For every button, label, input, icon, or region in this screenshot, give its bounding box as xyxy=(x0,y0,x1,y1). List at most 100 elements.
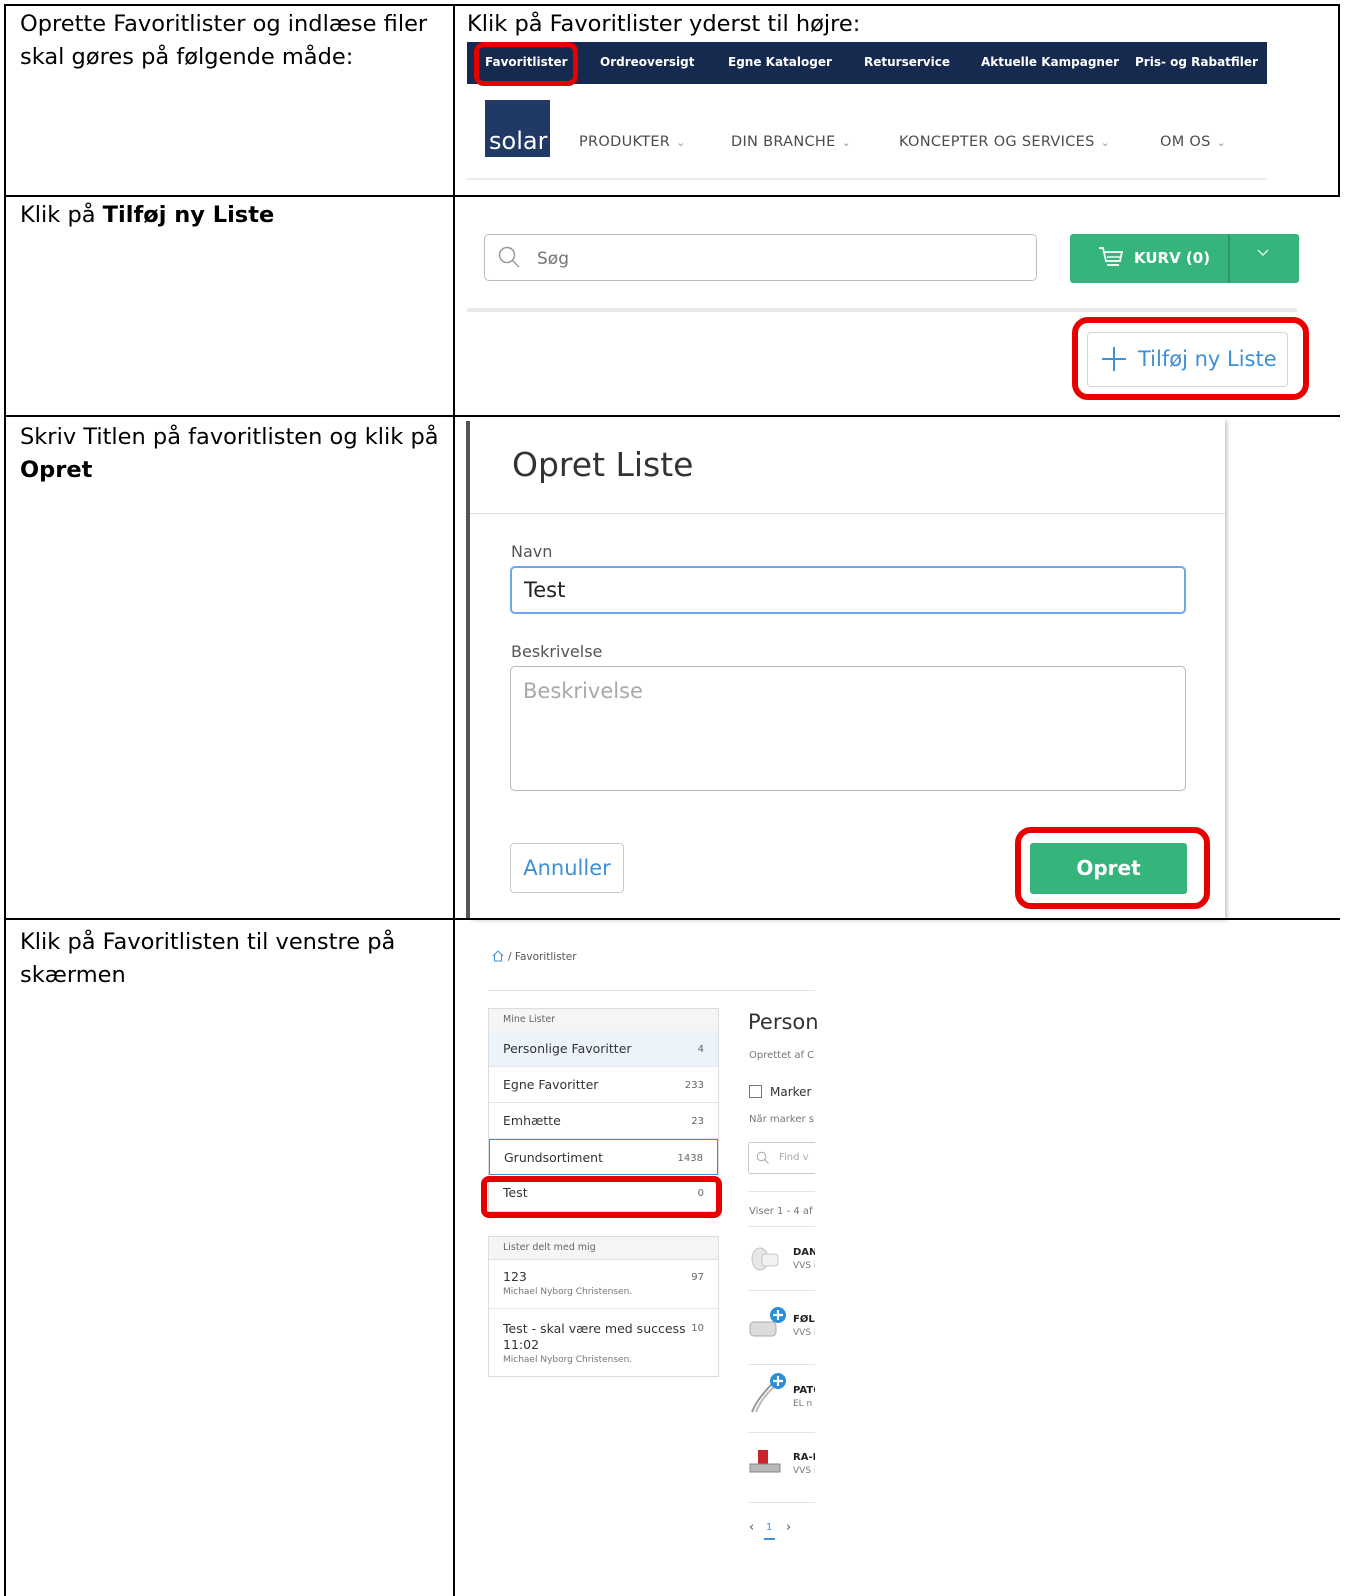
row1-instruction: Oprette Favoritlister og indlæse filer s… xyxy=(20,11,428,70)
nav-returservice[interactable]: Returservice xyxy=(864,55,950,69)
list-item[interactable]: Grundsortiment 1438 xyxy=(489,1139,718,1175)
highlight-favoritlister xyxy=(474,42,578,86)
list-item-name: Grundsortiment xyxy=(504,1150,603,1165)
search-icon xyxy=(756,1151,769,1164)
row2-instruction: Klik på Tilføj ny Liste xyxy=(20,202,275,228)
list-page-title: Person xyxy=(748,1010,819,1034)
instruction-document: Oprette Favoritlister og indlæse filer s… xyxy=(0,0,1364,1596)
table-border-mid xyxy=(453,4,455,1596)
product-name[interactable]: PATC xyxy=(793,1385,815,1396)
nav-ordreoversigt[interactable]: Ordreoversigt xyxy=(600,55,694,69)
product-category: VVS i xyxy=(793,1261,815,1271)
mark-checkbox[interactable] xyxy=(749,1085,762,1098)
home-icon[interactable] xyxy=(492,950,504,962)
pager-page[interactable]: 1 xyxy=(766,1522,772,1533)
table-border-top xyxy=(4,4,1340,6)
nav-egne-kataloger[interactable]: Egne Kataloger xyxy=(728,55,832,69)
shared-lists-panel: Lister delt med mig 123 97 Michael Nybor… xyxy=(488,1236,719,1377)
product-category: VVS i xyxy=(793,1466,815,1476)
pager-next[interactable]: › xyxy=(786,1520,791,1535)
list-item[interactable]: Emhætte 23 xyxy=(489,1103,718,1139)
chevron-down-icon: ⌄ xyxy=(1216,136,1227,149)
row-divider-2 xyxy=(4,415,1340,417)
row-divider-3 xyxy=(4,918,1340,920)
cart-button[interactable]: KURV (0) xyxy=(1070,234,1299,283)
highlight-create xyxy=(1015,827,1210,909)
nav-aktuelle-kampagner[interactable]: Aktuelle Kampagner xyxy=(981,55,1119,69)
product-category: VVS i xyxy=(793,1328,815,1338)
menu-divider xyxy=(467,178,1267,180)
pager-prev[interactable]: ‹ xyxy=(749,1520,754,1535)
chevron-down-icon[interactable] xyxy=(1256,248,1270,258)
valve-icon xyxy=(749,1450,781,1473)
highlight-add-list xyxy=(1072,317,1309,400)
product-category: EL n xyxy=(793,1399,813,1409)
cart-label: KURV (0) xyxy=(1134,249,1211,267)
list-item-count: 10 xyxy=(691,1323,704,1334)
list-item[interactable]: Test - skal være med success 11:02 10 Mi… xyxy=(489,1309,718,1376)
find-placeholder: Find v xyxy=(779,1152,809,1163)
results-count: Viser 1 - 4 af xyxy=(749,1206,813,1217)
solar-logo: solar xyxy=(485,100,550,157)
menu-om-os[interactable]: OM OS ⌄ xyxy=(1160,134,1226,150)
top-nav-bar: Favoritlister Ordreoversigt Egne Katalog… xyxy=(467,42,1267,84)
name-field[interactable] xyxy=(510,566,1186,614)
menu-produkter[interactable]: PRODUKTER ⌄ xyxy=(579,134,686,150)
created-by: Oprettet af C xyxy=(749,1050,815,1061)
chevron-down-icon: ⌄ xyxy=(1100,136,1111,149)
list-item-name-line2: 11:02 xyxy=(503,1337,540,1352)
mark-note: Når marker s xyxy=(749,1114,814,1125)
description-field[interactable] xyxy=(510,666,1186,791)
list-item-name: Emhætte xyxy=(503,1113,561,1128)
cart-icon xyxy=(1099,247,1124,266)
highlight-test-list xyxy=(481,1176,722,1218)
list-item-count: 97 xyxy=(691,1272,704,1283)
row4-instruction: Klik på Favoritlisten til venstre på skæ… xyxy=(20,929,396,988)
product-name[interactable]: RA-N xyxy=(793,1452,815,1463)
thermostat-icon xyxy=(751,1247,779,1271)
list-item-name: Egne Favoritter xyxy=(503,1077,599,1092)
list-item-owner: Michael Nyborg Christensen. xyxy=(503,1355,633,1365)
list-item[interactable]: Personlige Favoritter 4 xyxy=(489,1031,718,1067)
row3-instruction: Skriv Titlen på favoritlisten og klik på… xyxy=(20,424,439,483)
divider xyxy=(748,1191,815,1192)
section-divider xyxy=(467,308,1297,312)
pager-active-underline xyxy=(764,1538,775,1540)
search-box[interactable] xyxy=(484,234,1037,281)
menu-koncepter[interactable]: KONCEPTER OG SERVICES ⌄ xyxy=(899,134,1110,150)
find-input[interactable]: Find v xyxy=(748,1142,815,1174)
my-lists-header: Mine Lister xyxy=(489,1009,718,1032)
list-item-count: 1438 xyxy=(677,1153,703,1164)
breadcrumb: / Favoritlister xyxy=(508,951,577,963)
product-name[interactable]: FØLI xyxy=(793,1314,815,1325)
logo-text: solar xyxy=(489,127,548,155)
list-item-name: 123 xyxy=(503,1269,527,1284)
cable-icon xyxy=(751,1373,786,1413)
list-item-count: 4 xyxy=(697,1044,704,1055)
row-divider-1 xyxy=(4,195,1340,197)
list-item[interactable]: Egne Favoritter 233 xyxy=(489,1067,718,1103)
list-item-name: Personlige Favoritter xyxy=(503,1041,632,1056)
menu-din-branche[interactable]: DIN BRANCHE ⌄ xyxy=(731,134,851,150)
name-label: Navn xyxy=(511,542,553,561)
sensor-icon xyxy=(749,1307,786,1337)
list-item-owner: Michael Nyborg Christensen. xyxy=(503,1287,633,1297)
cancel-button[interactable]: Annuller xyxy=(510,843,624,893)
divider xyxy=(748,1226,815,1227)
cart-divider xyxy=(1228,234,1230,283)
nav-pris-rabatfiler[interactable]: Pris- og Rabatfiler xyxy=(1135,55,1267,69)
table-border-right xyxy=(1338,4,1340,196)
divider xyxy=(748,1290,815,1291)
description-label: Beskrivelse xyxy=(511,642,603,661)
list-item-name: Test - skal være med success xyxy=(503,1321,686,1336)
product-name[interactable]: DAN xyxy=(793,1247,815,1258)
mark-label: Marker xyxy=(770,1085,812,1099)
row1-title: Klik på Favoritlister yderst til højre: xyxy=(467,11,861,37)
chevron-down-icon: ⌄ xyxy=(676,136,686,149)
modal-header-divider xyxy=(470,513,1225,514)
list-item-count: 23 xyxy=(691,1116,704,1127)
list-item[interactable]: 123 97 Michael Nyborg Christensen. xyxy=(489,1259,718,1309)
divider xyxy=(748,1432,815,1433)
search-input[interactable] xyxy=(535,245,1019,273)
divider xyxy=(748,1364,815,1365)
